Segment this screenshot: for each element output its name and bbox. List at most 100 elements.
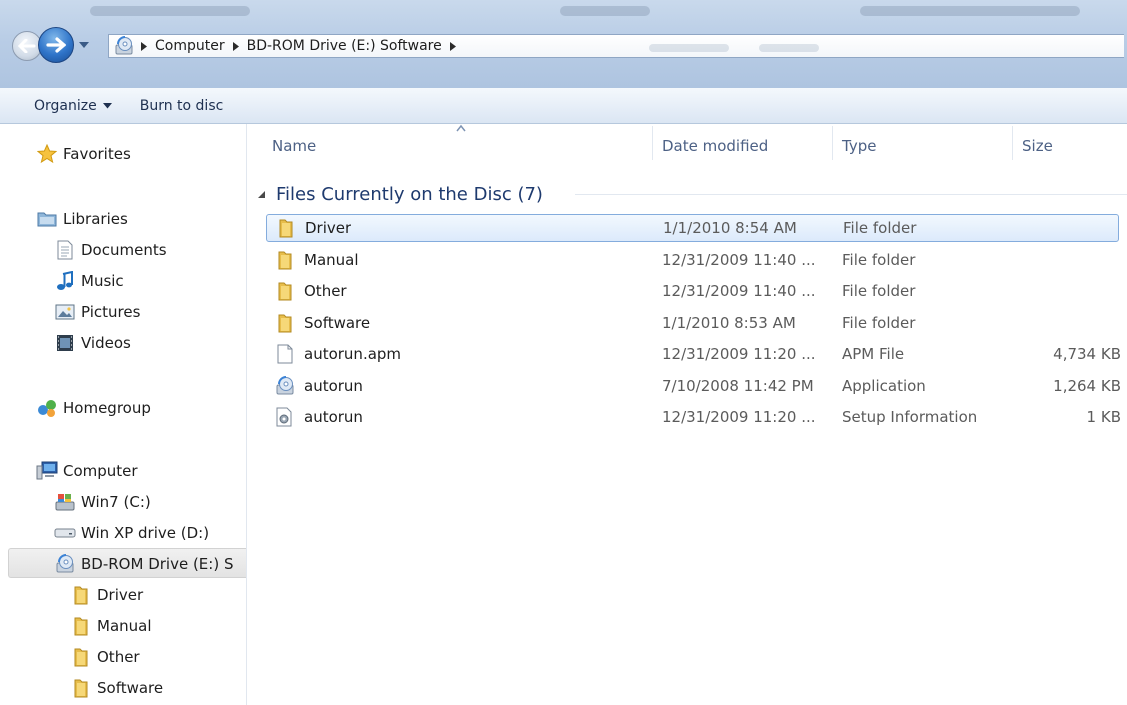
nav-subfolder-label: Driver [97, 586, 144, 604]
address-bar[interactable]: Computer BD-ROM Drive (E:) Software [108, 34, 1124, 58]
file-date: 1/1/2010 8:54 AM [663, 219, 797, 237]
file-date: 12/31/2009 11:40 ... [662, 251, 816, 269]
file-type: File folder [842, 251, 916, 269]
file-row[interactable]: Software 1/1/2010 8:53 AM File folder [266, 309, 1119, 337]
file-icon [274, 343, 296, 365]
title-bar: Computer BD-ROM Drive (E:) Software [0, 0, 1127, 88]
address-ghost [649, 44, 729, 52]
file-type: Setup Information [842, 408, 978, 426]
column-header-type[interactable]: Type [842, 132, 876, 160]
nav-label-libraries: Libraries [63, 210, 128, 228]
column-divider[interactable] [832, 126, 833, 160]
breadcrumb-computer[interactable]: Computer [151, 38, 229, 54]
column-header-name[interactable]: Name [272, 132, 316, 160]
file-name: Driver [305, 219, 352, 237]
file-row[interactable]: Manual 12/31/2009 11:40 ... File folder [266, 246, 1119, 274]
breadcrumb-bd-rom-drive[interactable]: BD-ROM Drive (E:) Software [243, 38, 446, 54]
folder-icon [70, 616, 92, 636]
organize-button[interactable]: Organize [0, 98, 126, 114]
nav-subfolder-label: Manual [97, 617, 152, 635]
nav-item-drive-d[interactable]: Win XP drive (D:) [54, 519, 209, 547]
nav-item-videos[interactable]: Videos [54, 329, 131, 357]
application-icon [274, 375, 296, 397]
music-icon [54, 271, 76, 291]
forward-button[interactable] [38, 27, 74, 63]
group-header-label: Files Currently on the Disc (7) [276, 183, 543, 205]
file-name: Other [304, 282, 347, 300]
nav-subfolder[interactable]: Driver [70, 581, 143, 609]
arrow-left-icon [18, 39, 36, 53]
nav-item-pictures[interactable]: Pictures [54, 298, 140, 326]
collapse-triangle-icon [258, 191, 265, 198]
group-divider [575, 194, 1127, 195]
folder-icon [274, 312, 296, 334]
nav-subfolder-label: Other [97, 648, 140, 666]
breadcrumb-separator[interactable] [229, 41, 243, 51]
title-blur [860, 6, 1080, 16]
pictures-icon [54, 302, 76, 322]
folder-icon [275, 217, 297, 239]
column-divider[interactable] [652, 126, 653, 160]
file-name: autorun [304, 408, 363, 426]
file-row[interactable]: autorun 7/10/2008 11:42 PM Application 1… [266, 372, 1121, 400]
nav-label-videos: Videos [81, 334, 131, 352]
nav-label-drive-c: Win7 (C:) [81, 493, 151, 511]
nav-item-homegroup[interactable]: Homegroup [36, 394, 151, 422]
nav-item-favorites[interactable]: Favorites [36, 140, 131, 168]
nav-label-drive-d: Win XP drive (D:) [81, 524, 210, 542]
folder-icon [274, 280, 296, 302]
file-row[interactable]: Other 12/31/2009 11:40 ... File folder [266, 277, 1119, 305]
column-divider[interactable] [1012, 126, 1013, 160]
column-header-size[interactable]: Size [1022, 132, 1053, 160]
document-icon [54, 240, 76, 260]
nav-item-music[interactable]: Music [54, 267, 124, 295]
bd-rom-drive-icon [111, 35, 137, 57]
arrow-right-icon [46, 37, 66, 53]
group-header[interactable]: Files Currently on the Disc (7) [256, 180, 543, 208]
breadcrumb-separator[interactable] [137, 41, 151, 51]
nav-item-drive-c[interactable]: Win7 (C:) [54, 488, 151, 516]
nav-subfolder[interactable]: Other [70, 643, 140, 671]
nav-item-documents[interactable]: Documents [54, 236, 167, 264]
file-type: File folder [843, 219, 917, 237]
file-name-cell: Manual [274, 249, 359, 271]
column-header-date[interactable]: Date modified [662, 132, 768, 160]
column-header-size-label: Size [1022, 137, 1053, 155]
computer-icon [36, 461, 58, 481]
file-name-cell: autorun.apm [274, 343, 401, 365]
address-ghost [759, 44, 819, 52]
burn-to-disc-button[interactable]: Burn to disc [126, 98, 238, 114]
file-name-cell: Other [274, 280, 347, 302]
file-type: Application [842, 377, 926, 395]
file-size: 1,264 KB [1053, 377, 1121, 395]
navigation-pane: Favorites Libraries Documents Music Pict… [0, 124, 247, 705]
windows-drive-icon [54, 492, 76, 512]
file-date: 12/31/2009 11:20 ... [662, 345, 816, 363]
nav-item-drive-e[interactable]: BD-ROM Drive (E:) S [54, 550, 233, 578]
videos-icon [54, 333, 76, 353]
nav-subfolder[interactable]: Software [70, 674, 163, 702]
file-date: 1/1/2010 8:53 AM [662, 314, 796, 332]
file-row[interactable]: autorun.apm 12/31/2009 11:20 ... APM Fil… [266, 340, 1121, 368]
recent-pages-button[interactable] [77, 38, 91, 52]
file-row[interactable]: autorun 12/31/2009 11:20 ... Setup Infor… [266, 403, 1121, 431]
file-row[interactable]: Driver 1/1/2010 8:54 AM File folder [266, 214, 1119, 242]
breadcrumb-separator[interactable] [446, 41, 460, 51]
file-date: 12/31/2009 11:40 ... [662, 282, 816, 300]
nav-label-pictures: Pictures [81, 303, 141, 321]
file-type: File folder [842, 282, 916, 300]
file-size: 1 KB [1086, 408, 1121, 426]
file-name-cell: Software [274, 312, 370, 334]
file-type: File folder [842, 314, 916, 332]
file-date: 12/31/2009 11:20 ... [662, 408, 816, 426]
nav-item-libraries[interactable]: Libraries [36, 205, 128, 233]
nav-item-computer[interactable]: Computer [36, 457, 138, 485]
chevron-down-icon [102, 102, 112, 108]
hard-drive-icon [54, 523, 76, 543]
title-blur [560, 6, 650, 16]
file-name: Software [304, 314, 371, 332]
nav-label-documents: Documents [81, 241, 167, 259]
nav-subfolder[interactable]: Manual [70, 612, 152, 640]
file-name: autorun.apm [304, 345, 402, 363]
folder-icon [70, 647, 92, 667]
